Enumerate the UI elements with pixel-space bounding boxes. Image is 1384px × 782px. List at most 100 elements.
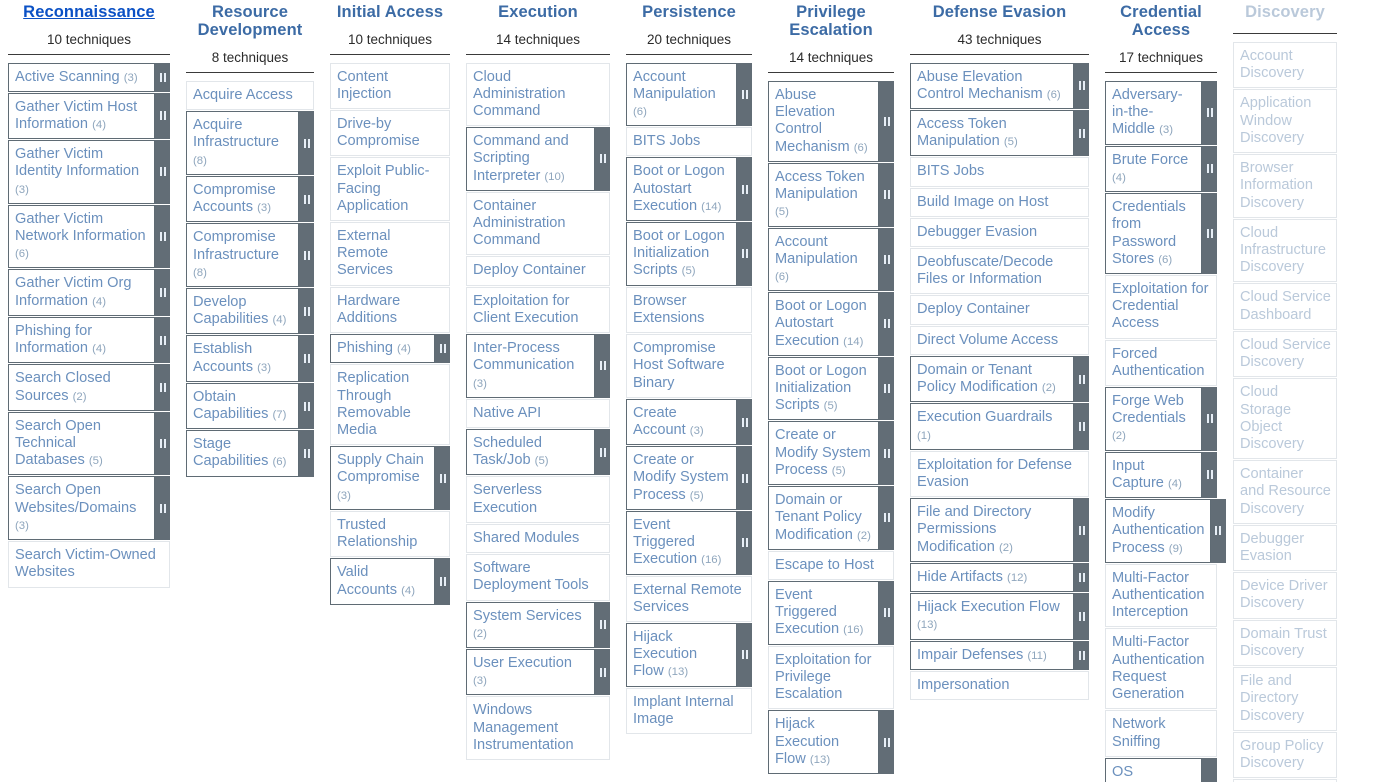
technique-cell[interactable]: Boot or Logon Initialization Scripts (5) <box>626 222 737 286</box>
tactic-name-link[interactable]: Initial Access <box>337 3 443 21</box>
technique-cell[interactable]: Device Driver Discovery <box>1233 572 1337 619</box>
technique-cell[interactable]: Phishing for Information (4) <box>8 316 155 364</box>
technique-cell[interactable]: Access Token Manipulation (5) <box>910 109 1074 157</box>
sub-technique-expand-icon[interactable] <box>155 92 170 140</box>
sub-technique-expand-icon[interactable] <box>737 510 752 575</box>
technique-cell[interactable]: Native API <box>466 398 610 428</box>
technique-cell[interactable]: Gather Victim Org Information (4) <box>8 269 155 316</box>
technique-cell[interactable]: Browser Extensions <box>626 286 752 334</box>
technique-cell[interactable]: Windows Management Instrumentation <box>466 696 610 761</box>
technique-cell[interactable]: Compromise Infrastructure (8) <box>186 223 299 287</box>
sub-technique-expand-icon[interactable] <box>155 204 170 269</box>
sub-technique-expand-icon[interactable] <box>435 334 450 364</box>
sub-technique-expand-icon[interactable] <box>879 80 894 162</box>
tactic-name-link[interactable]: Reconnaissance <box>23 3 155 21</box>
technique-cell[interactable]: Gather Victim Network Information (6) <box>8 204 155 269</box>
technique-cell[interactable]: Adversary-in-the-Middle (3) <box>1105 80 1202 145</box>
technique-cell[interactable]: Create or Modify System Process (5) <box>626 446 737 510</box>
technique-cell[interactable]: Search Victim-Owned Websites <box>8 541 170 588</box>
technique-cell[interactable]: Application Window Discovery <box>1233 89 1337 154</box>
technique-cell[interactable]: Hardware Additions <box>330 286 450 334</box>
sub-technique-expand-icon[interactable] <box>737 446 752 510</box>
technique-cell[interactable]: Command and Scripting Interpreter (10) <box>466 127 595 191</box>
technique-cell[interactable]: Execution Guardrails (1) <box>910 403 1074 450</box>
tactic-name-link[interactable]: Credential Access <box>1105 3 1217 40</box>
technique-cell[interactable]: Active Scanning (3) <box>8 62 155 92</box>
technique-cell[interactable]: Impersonation <box>910 670 1089 700</box>
technique-cell[interactable]: Boot or Logon Autostart Execution (14) <box>626 157 737 222</box>
sub-technique-expand-icon[interactable] <box>737 157 752 222</box>
sub-technique-expand-icon[interactable] <box>299 175 314 223</box>
technique-cell[interactable]: Forge Web Credentials (2) <box>1105 387 1202 451</box>
technique-cell[interactable]: Gather Victim Host Information (4) <box>8 92 155 140</box>
sub-technique-expand-icon[interactable] <box>595 648 610 696</box>
technique-cell[interactable]: Hide Artifacts (12) <box>910 562 1074 593</box>
technique-cell[interactable]: Deobfuscate/Decode Files or Information <box>910 248 1089 295</box>
sub-technique-expand-icon[interactable] <box>879 486 894 550</box>
sub-technique-expand-icon[interactable] <box>155 62 170 92</box>
technique-cell[interactable]: Compromise Accounts (3) <box>186 175 299 223</box>
sub-technique-expand-icon[interactable] <box>155 269 170 316</box>
technique-cell[interactable]: Network Sniffing <box>1105 710 1217 757</box>
technique-cell[interactable]: Forced Authentication <box>1105 339 1217 387</box>
sub-technique-expand-icon[interactable] <box>299 287 314 335</box>
sub-technique-expand-icon[interactable] <box>1202 145 1217 193</box>
technique-cell[interactable]: Gather Victim Identity Information (3) <box>8 140 155 204</box>
sub-technique-expand-icon[interactable] <box>1074 640 1089 670</box>
technique-cell[interactable]: Valid Accounts (4) <box>330 558 435 605</box>
sub-technique-expand-icon[interactable] <box>1074 498 1089 562</box>
technique-cell[interactable]: Input Capture (4) <box>1105 451 1202 499</box>
technique-cell[interactable]: Group Policy Discovery <box>1233 731 1337 779</box>
sub-technique-expand-icon[interactable] <box>737 622 752 687</box>
tactic-name-link[interactable]: Resource Development <box>186 3 314 40</box>
technique-cell[interactable]: Drive-by Compromise <box>330 109 450 157</box>
sub-technique-expand-icon[interactable] <box>155 411 170 476</box>
technique-cell[interactable]: Abuse Elevation Control Mechanism (6) <box>910 62 1074 109</box>
sub-technique-expand-icon[interactable] <box>595 334 610 398</box>
technique-cell[interactable]: Search Closed Sources (2) <box>8 364 155 411</box>
sub-technique-expand-icon[interactable] <box>1074 109 1089 157</box>
technique-cell[interactable]: Compromise Host Software Binary <box>626 334 752 398</box>
sub-technique-expand-icon[interactable] <box>155 316 170 364</box>
sub-technique-expand-icon[interactable] <box>299 223 314 287</box>
technique-cell[interactable]: Create or Modify System Process (5) <box>768 421 879 486</box>
technique-cell[interactable]: Brute Force (4) <box>1105 145 1202 193</box>
technique-cell[interactable]: Supply Chain Compromise (3) <box>330 446 435 510</box>
technique-cell[interactable]: Account Manipulation (6) <box>626 62 737 127</box>
sub-technique-expand-icon[interactable] <box>737 398 752 446</box>
technique-cell[interactable]: Multi-Factor Authentication Interception <box>1105 563 1217 628</box>
sub-technique-expand-icon[interactable] <box>435 446 450 510</box>
technique-cell[interactable]: Browser Information Discovery <box>1233 154 1337 218</box>
sub-technique-expand-icon[interactable] <box>879 710 894 774</box>
sub-technique-expand-icon[interactable] <box>299 430 314 477</box>
technique-cell[interactable]: Establish Accounts (3) <box>186 335 299 382</box>
technique-cell[interactable]: Develop Capabilities (4) <box>186 287 299 335</box>
sub-technique-expand-icon[interactable] <box>595 127 610 191</box>
tactic-name-link[interactable]: Discovery <box>1245 3 1325 21</box>
technique-cell[interactable]: File and Directory Discovery <box>1233 667 1337 731</box>
technique-cell[interactable]: Shared Modules <box>466 523 610 554</box>
sub-technique-expand-icon[interactable] <box>879 581 894 645</box>
technique-cell[interactable]: Cloud Service Discovery <box>1233 330 1337 378</box>
sub-technique-expand-icon[interactable] <box>595 429 610 476</box>
technique-cell[interactable]: Direct Volume Access <box>910 325 1089 355</box>
sub-technique-expand-icon[interactable] <box>299 382 314 430</box>
technique-cell[interactable]: Credentials from Password Stores (6) <box>1105 193 1202 274</box>
sub-technique-expand-icon[interactable] <box>155 140 170 204</box>
technique-cell[interactable]: Cloud Service Dashboard <box>1233 283 1337 330</box>
technique-cell[interactable]: Container and Resource Discovery <box>1233 460 1337 524</box>
technique-cell[interactable]: Exploitation for Privilege Escalation <box>768 645 894 710</box>
technique-cell[interactable]: Boot or Logon Initialization Scripts (5) <box>768 356 879 421</box>
sub-technique-expand-icon[interactable] <box>595 601 610 648</box>
technique-cell[interactable]: External Remote Services <box>330 222 450 286</box>
sub-technique-expand-icon[interactable] <box>1074 355 1089 403</box>
technique-cell[interactable]: Boot or Logon Autostart Execution (14) <box>768 292 879 356</box>
sub-technique-expand-icon[interactable] <box>1074 62 1089 109</box>
sub-technique-expand-icon[interactable] <box>1202 451 1217 499</box>
technique-cell[interactable]: Trusted Relationship <box>330 510 450 558</box>
sub-technique-expand-icon[interactable] <box>155 364 170 411</box>
technique-cell[interactable]: Acquire Access <box>186 80 314 111</box>
technique-cell[interactable]: Domain Trust Discovery <box>1233 619 1337 667</box>
sub-technique-expand-icon[interactable] <box>299 111 314 175</box>
technique-cell[interactable]: Search Open Technical Databases (5) <box>8 411 155 476</box>
